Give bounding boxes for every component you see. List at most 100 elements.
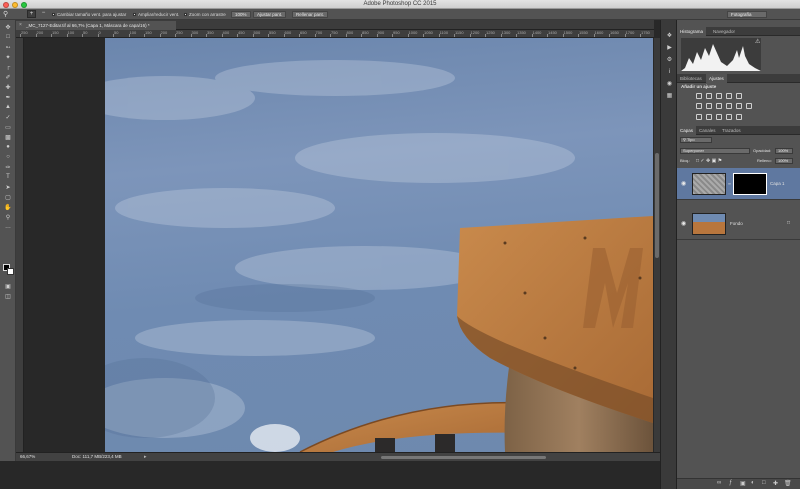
gradient-tool-icon[interactable]: ▩ [3,133,13,141]
tab-channels[interactable]: Canales [696,126,719,135]
shape-tool-icon[interactable]: ▢ [3,193,13,201]
layer-kind-filter[interactable]: ⚲ Tipo [680,137,712,143]
history-panel-icon[interactable]: ❖ [664,32,675,41]
zoom-100-button[interactable]: 100% [231,11,251,18]
tab-adjustments[interactable]: Ajustes [706,74,727,83]
quick-mask-icon[interactable]: ▣ [3,282,13,290]
close-tab-icon[interactable]: × [19,21,22,30]
properties-panel-icon[interactable]: ⚙ [664,56,675,65]
adjustment-layer-icon[interactable]: ◐ [751,480,755,486]
invert-adjustment-icon[interactable] [696,114,702,120]
healing-brush-tool-icon[interactable]: ✚ [3,83,13,91]
swatches-panel-icon[interactable]: ▦ [664,92,675,101]
ruler-tick-label: 150 [52,30,59,35]
visibility-eye-icon[interactable]: ◉ [681,180,686,187]
canvas-area[interactable] [24,38,654,452]
tab-histogram[interactable]: Histograma [677,27,707,36]
curves-adjustment-icon[interactable] [716,93,722,99]
clone-stamp-tool-icon[interactable]: ▲ [3,103,13,111]
pen-tool-icon[interactable]: ✑ [3,163,13,171]
tab-libraries[interactable]: Bibliotecas [677,74,705,83]
tab-paths[interactable]: Trazados [719,126,744,135]
channel-mixer-adjustment-icon[interactable] [736,103,742,109]
fill-screen-button[interactable]: Rellenar pant. [292,11,329,18]
black-white-adjustment-icon[interactable] [716,103,722,109]
actions-panel-icon[interactable]: ▶ [664,44,675,53]
layer-row-fondo[interactable]: ◉ Fondo □ [677,208,800,240]
history-brush-tool-icon[interactable]: ✓ [3,113,13,121]
color-balance-adjustment-icon[interactable] [706,103,712,109]
blur-tool-icon[interactable]: ● [3,143,13,151]
workspace-select[interactable]: Fotografía [727,11,767,18]
ruler-tick-mark [252,34,254,37]
background-color-swatch[interactable] [7,268,14,275]
layer-style-icon[interactable]: ƒ [729,480,732,486]
document-image[interactable] [105,38,653,452]
path-select-tool-icon[interactable]: ➤ [3,183,13,191]
add-mask-icon[interactable]: ▣ [740,480,746,487]
tab-layers[interactable]: Capas [677,126,697,135]
color-lookup-adjustment-icon[interactable] [746,103,752,109]
exposure-adjustment-icon[interactable] [726,93,732,99]
visibility-eye-icon[interactable]: ◉ [681,220,686,227]
dodge-tool-icon[interactable]: ○ [3,153,13,161]
new-group-icon[interactable]: □ [762,480,766,486]
photo-filter-adjustment-icon[interactable] [726,103,732,109]
scrubby-zoom-checkbox[interactable] [184,13,187,16]
status-menu-icon[interactable]: ▸ [144,454,147,460]
zoom-tool-icon[interactable]: ⚲ [3,213,13,221]
hue-saturation-adjustment-icon[interactable] [696,103,702,109]
info-panel-icon[interactable]: i [664,68,675,77]
color-panel-icon[interactable]: ◉ [664,80,675,89]
link-layers-icon[interactable]: ∞ [717,480,721,486]
blend-mode-select[interactable]: Superponer [680,148,750,154]
levels-adjustment-icon[interactable] [706,93,712,99]
selective-color-adjustment-icon[interactable] [726,114,732,120]
fill-input[interactable]: 100% [775,158,793,164]
document-tab[interactable]: × _MC_7127-Editar.tif al 66,7% (Capa 1, … [16,21,176,30]
ruler-tick-label: 150 [145,30,152,35]
brightness-adjustment-icon[interactable] [696,93,702,99]
vertical-scroll-thumb[interactable] [655,153,659,258]
warning-icon[interactable]: ⚠ [755,38,760,45]
zoom-all-checkbox[interactable] [133,13,136,16]
zoom-out-icon[interactable]: − [39,10,48,18]
tab-navigator[interactable]: Navegador [710,27,738,36]
eyedropper-tool-icon[interactable]: ✐ [3,73,13,81]
horizontal-scrollbar[interactable] [156,453,646,461]
eraser-tool-icon[interactable]: ▭ [3,123,13,131]
fit-screen-button[interactable]: Ajustar pant. [253,11,287,18]
move-tool-icon[interactable]: ✥ [3,23,13,31]
ruler-tick-mark [438,34,440,37]
zoom-in-icon[interactable]: + [27,10,36,18]
opacity-label: Opacidad: [753,148,772,153]
more-tools-icon[interactable]: … [3,223,13,231]
opacity-input[interactable]: 100% [775,148,793,154]
marquee-tool-icon[interactable]: □ [3,33,13,41]
horizontal-scroll-thumb[interactable] [381,456,546,459]
zoom-tool-icon[interactable]: ⚲ [3,10,8,18]
brush-tool-icon[interactable]: ✒ [3,93,13,101]
quick-select-tool-icon[interactable]: ✦ [3,53,13,61]
mask-link-icon[interactable]: ∞ [728,181,731,186]
ruler-tick-mark [516,34,517,37]
screen-mode-icon[interactable]: ◫ [3,292,13,300]
vibrance-adjustment-icon[interactable] [736,93,742,99]
layer-row-capa1[interactable]: ◉ ∞ Capa 1 [677,168,800,200]
lasso-tool-icon[interactable]: ➳ [3,43,13,51]
layer-name[interactable]: Capa 1 [770,181,785,187]
new-layer-icon[interactable]: ✚ [773,480,778,487]
layer-mask-thumbnail[interactable] [733,173,767,195]
lock-icons[interactable]: □ ✓ ✥ ▣ ⚑ [696,158,722,164]
resize-windows-checkbox[interactable] [52,13,55,16]
layer-name[interactable]: Fondo [730,221,743,227]
posterize-adjustment-icon[interactable] [706,114,712,120]
hand-tool-icon[interactable]: ✋ [3,203,13,211]
crop-tool-icon[interactable]: ┌ [3,63,13,71]
ruler-tick-mark [423,34,424,37]
gradient-map-adjustment-icon[interactable] [736,114,742,120]
threshold-adjustment-icon[interactable] [716,114,722,120]
type-tool-icon[interactable]: T [3,173,13,181]
delete-layer-icon[interactable]: 🗑 [784,480,792,487]
zoom-readout[interactable]: 66,67% [20,454,35,460]
